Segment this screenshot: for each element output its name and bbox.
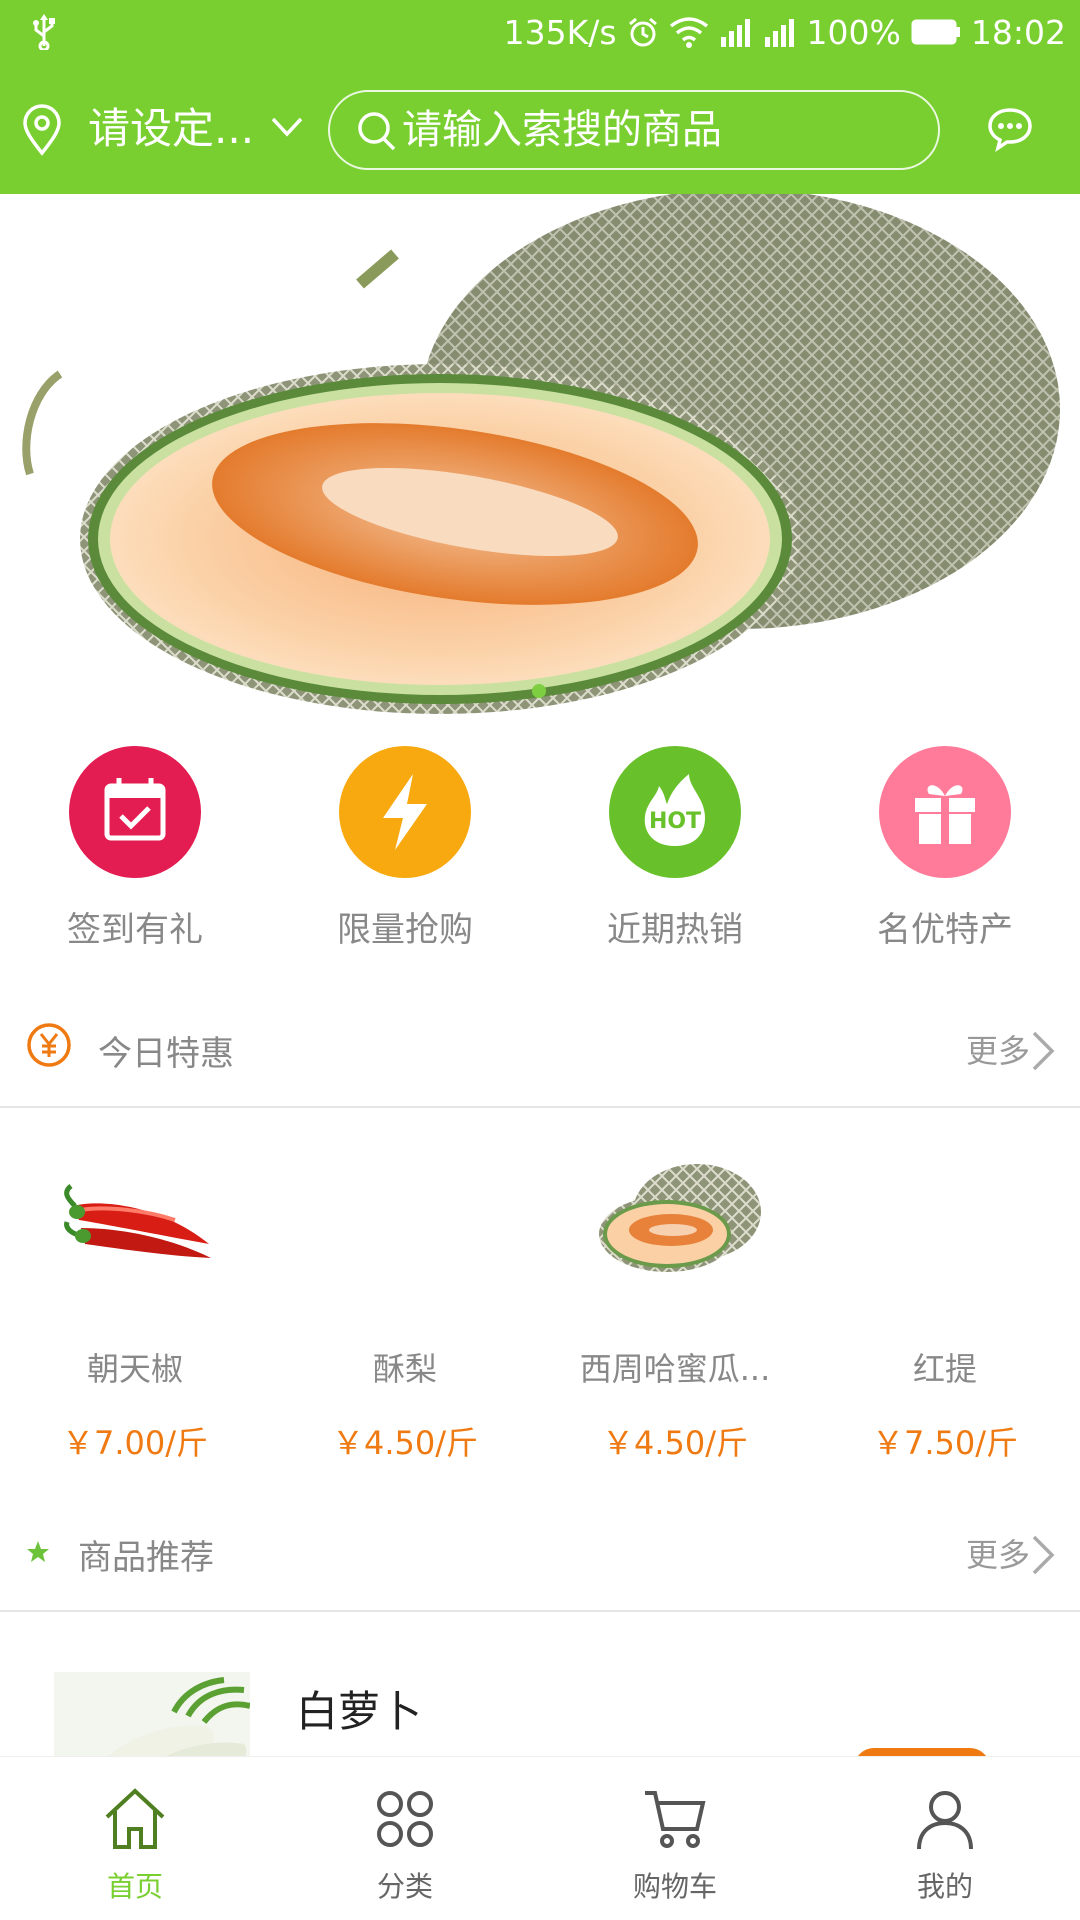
home-icon bbox=[105, 1788, 165, 1849]
quick-nav-sign-in[interactable]: 签到有礼 bbox=[0, 744, 270, 950]
promo-banner[interactable] bbox=[0, 194, 1080, 718]
calendar-check-icon bbox=[69, 746, 201, 878]
deal-price: ￥4.50/斤 bbox=[331, 1424, 479, 1462]
lightning-icon bbox=[339, 746, 471, 878]
chevron-right-icon[interactable] bbox=[1030, 1030, 1056, 1072]
message-icon[interactable] bbox=[986, 106, 1034, 152]
battery-icon bbox=[911, 19, 960, 45]
signal-icon-1 bbox=[720, 19, 750, 47]
battery-percent: 100% bbox=[806, 12, 901, 52]
search-placeholder: 请输入索搜的商品 bbox=[402, 107, 722, 153]
product-name[interactable]: 白萝卜 bbox=[296, 1678, 422, 1739]
location-selector[interactable]: 请设定... bbox=[88, 102, 254, 156]
tab-cart[interactable]: 购物车 bbox=[540, 1757, 810, 1920]
location-pin-icon[interactable] bbox=[20, 104, 64, 156]
star-icon bbox=[27, 1541, 49, 1562]
signal-icon-2 bbox=[764, 19, 794, 47]
add-to-cart-button[interactable] bbox=[854, 1748, 990, 1756]
recommend-header: 商品推荐 更多 bbox=[0, 1492, 1080, 1612]
hami-melon-image bbox=[599, 1164, 761, 1272]
today-deals-header: 今日特惠 更多 bbox=[0, 988, 1080, 1108]
network-speed: 135K/s bbox=[503, 12, 617, 52]
chevron-down-icon[interactable] bbox=[270, 116, 304, 138]
alarm-icon bbox=[628, 17, 657, 47]
status-bar: 135K/s 100% 18:02 bbox=[0, 0, 1080, 64]
banner-melon-image bbox=[22, 194, 1060, 714]
app-header: 135K/s 100% 18:02 请设定... 请输入索搜的商品 bbox=[0, 0, 1080, 194]
search-input[interactable]: 请输入索搜的商品 bbox=[328, 90, 940, 170]
yuan-icon bbox=[27, 1023, 71, 1067]
svg-text:HOT: HOT bbox=[649, 809, 701, 834]
quick-nav-specialty[interactable]: 名优特产 bbox=[810, 744, 1080, 950]
gift-icon bbox=[879, 746, 1011, 878]
quick-nav-label: 名优特产 bbox=[877, 910, 1013, 950]
deal-name: 酥梨 bbox=[372, 1350, 437, 1388]
bottom-tab-bar: 首页 分类 购物车 我的 bbox=[0, 1756, 1080, 1920]
section-title: 商品推荐 bbox=[78, 1538, 214, 1578]
top-toolbar: 请设定... 请输入索搜的商品 bbox=[0, 86, 1080, 172]
deal-price: ￥7.50/斤 bbox=[871, 1424, 1019, 1462]
deal-name: 西周哈蜜瓜... bbox=[579, 1350, 771, 1388]
more-link[interactable]: 更多 bbox=[966, 1026, 1030, 1072]
today-deals-list: 朝天椒 ￥7.00/斤 酥梨 ￥4.50/斤 西周哈蜜瓜... ￥4.50/斤 … bbox=[0, 1108, 1080, 1488]
quick-nav-flash-sale[interactable]: 限量抢购 bbox=[270, 744, 540, 950]
tab-home[interactable]: 首页 bbox=[0, 1757, 270, 1920]
chevron-right-icon[interactable] bbox=[1030, 1534, 1056, 1576]
deal-name: 红提 bbox=[912, 1350, 977, 1388]
recommend-list: 白萝卜 bbox=[0, 1624, 1080, 1756]
deal-price: ￥4.50/斤 bbox=[601, 1424, 749, 1462]
banner-page-indicator[interactable] bbox=[532, 684, 546, 698]
quick-nav-label: 近期热销 bbox=[607, 910, 743, 950]
section-title: 今日特惠 bbox=[98, 1034, 234, 1074]
deal-item[interactable]: 酥梨 ￥4.50/斤 bbox=[270, 1108, 540, 1488]
quick-nav-label: 限量抢购 bbox=[337, 910, 473, 950]
quick-nav-hot-sale[interactable]: HOT 近期热销 bbox=[540, 744, 810, 950]
deal-name: 朝天椒 bbox=[86, 1350, 183, 1388]
usb-icon bbox=[33, 14, 55, 50]
wifi-icon bbox=[669, 17, 708, 48]
quick-nav: 签到有礼 限量抢购 HOT 近期热销 名优特产 bbox=[0, 744, 1080, 950]
category-icon bbox=[377, 1791, 433, 1847]
tab-label: 分类 bbox=[376, 1870, 433, 1903]
tab-label: 首页 bbox=[106, 1870, 163, 1903]
deal-price: ￥7.00/斤 bbox=[61, 1424, 209, 1462]
clock: 18:02 bbox=[970, 12, 1066, 52]
cart-icon bbox=[645, 1791, 706, 1848]
chili-pepper-image bbox=[64, 1184, 211, 1258]
tab-mine[interactable]: 我的 bbox=[810, 1757, 1080, 1920]
deal-item[interactable]: 朝天椒 ￥7.00/斤 bbox=[0, 1108, 270, 1488]
quick-nav-label: 签到有礼 bbox=[67, 910, 203, 950]
deal-item[interactable]: 红提 ￥7.50/斤 bbox=[810, 1108, 1080, 1488]
tab-category[interactable]: 分类 bbox=[270, 1757, 540, 1920]
pear-image bbox=[315, 1148, 495, 1298]
deal-item[interactable]: 西周哈蜜瓜... ￥4.50/斤 bbox=[540, 1108, 810, 1488]
search-icon bbox=[358, 112, 396, 151]
white-radish-image[interactable] bbox=[54, 1672, 250, 1756]
tab-label: 我的 bbox=[916, 1870, 973, 1903]
user-icon bbox=[917, 1791, 973, 1850]
tab-label: 购物车 bbox=[632, 1870, 717, 1903]
hot-flame-icon: HOT bbox=[609, 746, 741, 878]
red-grape-image bbox=[855, 1148, 1035, 1298]
more-link[interactable]: 更多 bbox=[966, 1530, 1030, 1576]
